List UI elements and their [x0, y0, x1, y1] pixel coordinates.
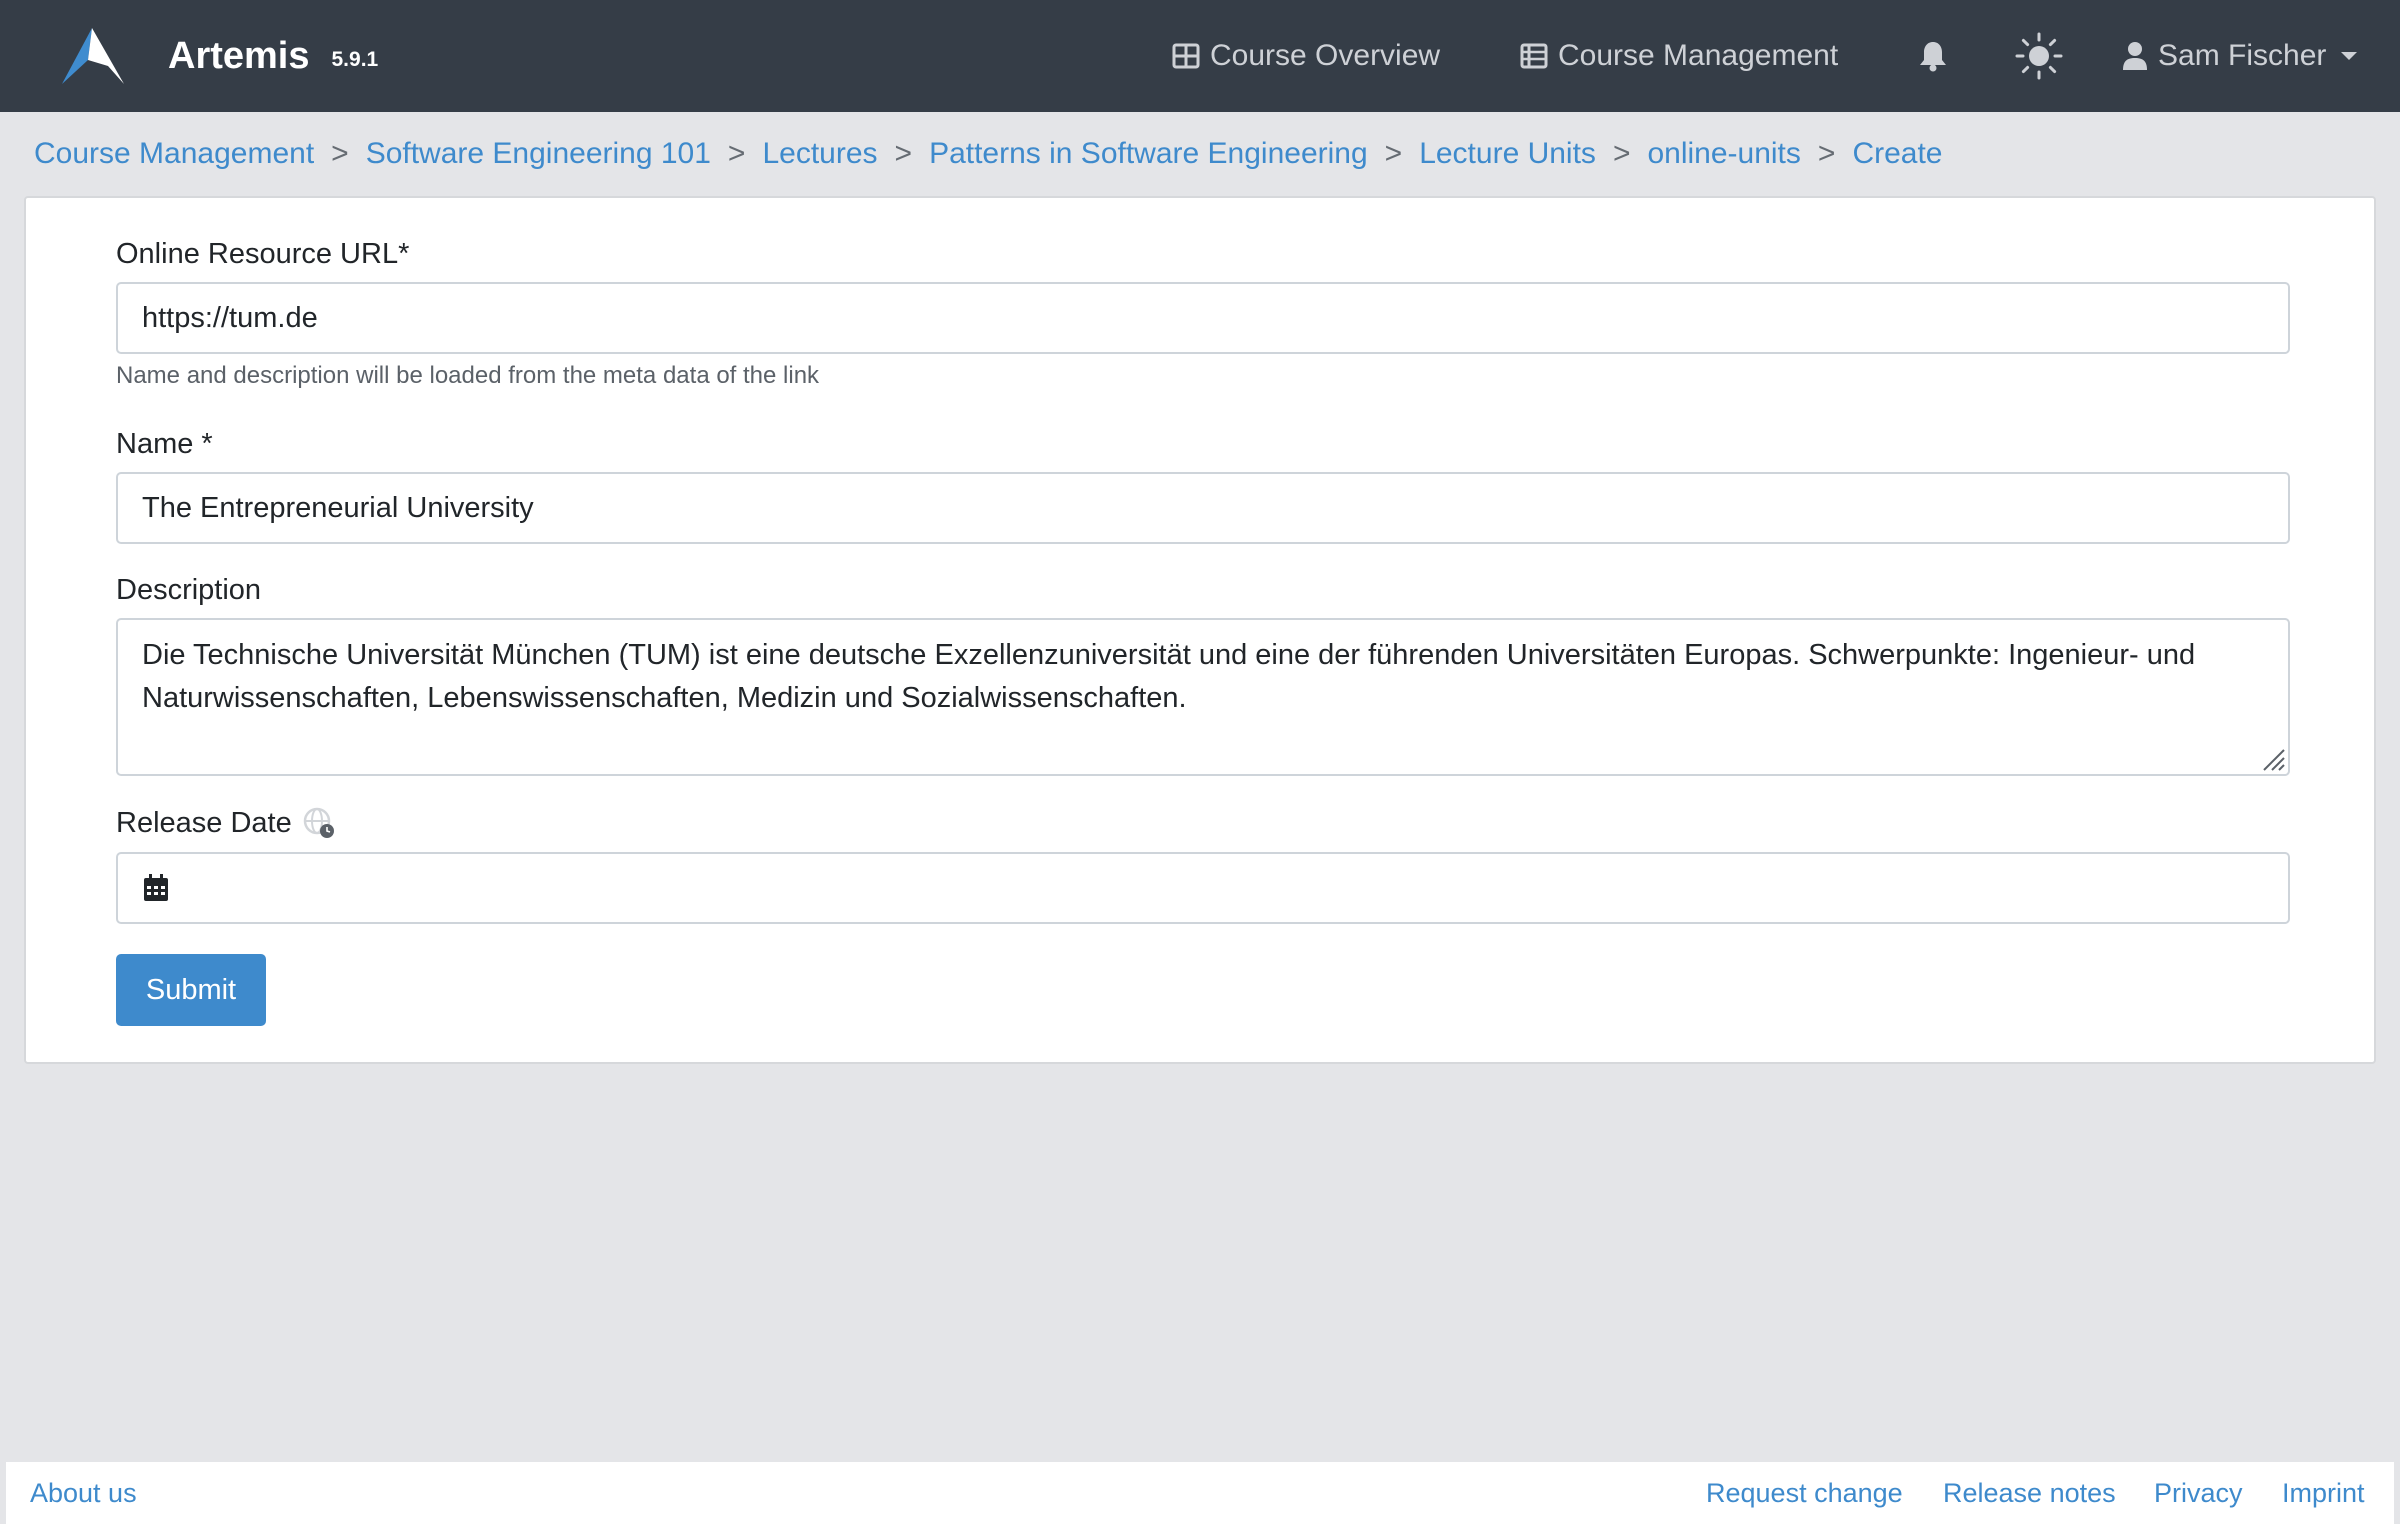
nav-course-management[interactable]: Course Management — [1520, 0, 1838, 112]
footer-request-change[interactable]: Request change — [1706, 1478, 1903, 1509]
breadcrumb-lectures[interactable]: Lectures — [762, 137, 877, 171]
brand-name: Artemis — [168, 34, 310, 77]
footer: About us Request change Release notes Pr… — [6, 1462, 2394, 1524]
caret-down-icon — [2341, 52, 2358, 60]
url-input-value: https://tum.de — [142, 301, 318, 334]
url-help-text: Name and description will be loaded from… — [116, 362, 820, 389]
footer-about-us[interactable]: About us — [30, 1478, 137, 1509]
nav-course-overview[interactable]: Course Overview — [1172, 0, 1440, 112]
online-unit-form-card: Online Resource URL* https://tum.de Name… — [24, 196, 2376, 1064]
grid-icon — [1172, 43, 1200, 69]
name-input[interactable]: The Entrepreneurial University — [116, 472, 2290, 544]
release-date-label-row: Release Date — [116, 806, 336, 840]
breadcrumb-create[interactable]: Create — [1852, 137, 1942, 171]
nav-course-management-label: Course Management — [1558, 39, 1839, 72]
submit-button[interactable]: Submit — [116, 954, 266, 1026]
artemis-logo-icon — [62, 28, 124, 84]
notifications-button[interactable] — [1918, 0, 1958, 112]
sun-icon — [2015, 32, 2063, 80]
footer-release-notes[interactable]: Release notes — [1943, 1478, 2116, 1509]
breadcrumb-lecture[interactable]: Patterns in Software Engineering — [929, 137, 1368, 171]
breadcrumb-lecture-units[interactable]: Lecture Units — [1419, 137, 1596, 171]
footer-privacy[interactable]: Privacy — [2154, 1478, 2243, 1509]
breadcrumb-separator: > — [727, 137, 746, 170]
description-textarea[interactable]: Die Technische Universität München (TUM)… — [116, 618, 2290, 776]
user-menu[interactable]: Sam Fischer — [2122, 0, 2370, 112]
breadcrumb-separator: > — [1612, 137, 1631, 170]
breadcrumb-course[interactable]: Software Engineering 101 — [366, 137, 711, 171]
user-icon — [2123, 42, 2147, 70]
table-list-icon — [1520, 43, 1548, 69]
url-input[interactable]: https://tum.de — [116, 282, 2290, 354]
breadcrumb-separator: > — [1817, 137, 1836, 170]
app-version: 5.9.1 — [331, 48, 379, 71]
bell-icon — [1920, 42, 1946, 72]
description-value: Die Technische Universität München (TUM)… — [142, 639, 2196, 714]
breadcrumb-separator: > — [331, 137, 349, 170]
description-label: Description — [116, 574, 262, 606]
timezone-globe-icon[interactable] — [302, 806, 336, 840]
name-input-value: The Entrepreneurial University — [142, 491, 534, 524]
breadcrumb-separator: > — [894, 137, 913, 170]
name-label: Name * — [116, 428, 213, 460]
url-label: Online Resource URL* — [116, 238, 410, 270]
top-navbar: Artemis 5.9.1 Course Overview Course Man… — [0, 0, 2400, 112]
footer-imprint[interactable]: Imprint — [2282, 1478, 2365, 1509]
nav-course-overview-label: Course Overview — [1210, 39, 1441, 72]
release-date-input[interactable] — [116, 852, 2290, 924]
resize-grip-icon[interactable] — [2260, 746, 2286, 772]
calendar-icon[interactable] — [142, 873, 170, 903]
user-name: Sam Fischer — [2158, 39, 2327, 72]
breadcrumb-separator: > — [1384, 137, 1403, 170]
breadcrumb: Course Management > Software Engineering… — [34, 134, 1942, 174]
brand[interactable]: Artemis 5.9.1 — [58, 26, 378, 86]
breadcrumb-course-management[interactable]: Course Management — [34, 137, 314, 171]
breadcrumb-online-units[interactable]: online-units — [1647, 137, 1800, 171]
theme-toggle-button[interactable] — [2014, 0, 2074, 112]
release-date-label: Release Date — [116, 806, 292, 839]
